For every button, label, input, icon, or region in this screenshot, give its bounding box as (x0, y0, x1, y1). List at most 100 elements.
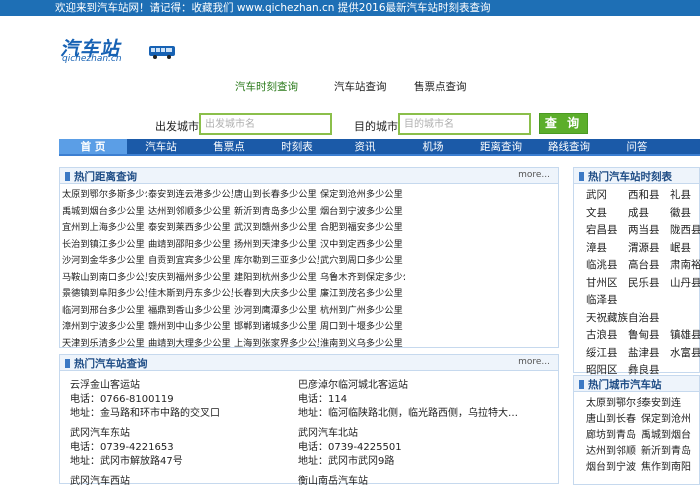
timetable-link[interactable]: 鲁甸县 (628, 328, 667, 344)
distance-link[interactable]: 唐山到长春多少公里 (234, 188, 319, 203)
nav-home[interactable]: 首 页 (59, 139, 127, 154)
distance-link[interactable]: 宜州到上海多少公里 (62, 221, 147, 236)
distance-link[interactable]: 廉江到茂名多少公里 (320, 287, 405, 302)
timetable-link[interactable]: 民乐县 (628, 276, 667, 292)
nav-airport[interactable]: 机场 (399, 139, 467, 154)
city-station-link[interactable]: 泰安到连 (641, 396, 700, 412)
distance-link[interactable]: 佳木斯到丹东多少公里 (148, 287, 233, 302)
distance-link[interactable]: 淮南到义乌多少公里 (320, 337, 405, 352)
timetable-link[interactable]: 岷县 (670, 241, 700, 257)
distance-link[interactable]: 禹城到烟台多少公里 (62, 205, 147, 220)
distance-link[interactable]: 汉中到定西多少公里 (320, 238, 405, 253)
station-name-link[interactable]: 云浮金山客运站 (70, 379, 298, 393)
distance-link[interactable]: 周口到十堰多少公里 (320, 320, 405, 335)
timetable-link[interactable]: 镇雄县 (670, 328, 700, 344)
station-name-link[interactable]: 衡山南岳汽车站 (298, 475, 558, 489)
tab-schedule-query[interactable]: 汽车时刻查询 (235, 79, 298, 94)
station-name-link[interactable]: 武冈汽车北站 (298, 427, 558, 441)
nav-ticket-office[interactable]: 售票点 (195, 139, 263, 154)
city-station-link[interactable]: 禹城到烟台 (641, 428, 700, 444)
timetable-link[interactable]: 山丹县 (670, 276, 700, 292)
distance-link[interactable]: 保定到沧州多少公里 (320, 188, 405, 203)
distance-link[interactable]: 武穴到周口多少公里 (320, 254, 405, 269)
timetable-link[interactable]: 陇西县 (670, 223, 700, 239)
timetable-link[interactable]: 西和县 (628, 188, 667, 204)
distance-link[interactable]: 沙河到鹰潭多少公里 (234, 304, 319, 319)
distance-link[interactable]: 泰安到莱西多少公里 (148, 221, 233, 236)
station-name-link[interactable]: 武冈汽车东站 (70, 427, 298, 441)
timetable-link[interactable]: 临洮县 (586, 258, 625, 274)
tab-station-query[interactable]: 汽车站查询 (334, 79, 387, 94)
distance-link[interactable]: 杭州到广州多少公里 (320, 304, 405, 319)
city-station-link[interactable]: 太原到鄂尔多斯 (586, 396, 641, 412)
distance-link[interactable]: 库尔勒到三亚多少公里 (234, 254, 319, 269)
distance-link[interactable]: 曲靖到大理多少公里 (148, 337, 233, 352)
timetable-link[interactable]: 临泽县 (586, 293, 625, 309)
distance-link[interactable]: 上海到张家界多少公里 (234, 337, 319, 352)
distance-link[interactable]: 新沂到青岛多少公里 (234, 205, 319, 220)
timetable-link[interactable]: 徽县 (670, 206, 700, 222)
distance-link[interactable]: 扬州到天津多少公里 (234, 238, 319, 253)
distance-link[interactable]: 安庆到福州多少公里 (148, 271, 233, 286)
timetable-link[interactable]: 礼县 (670, 188, 700, 204)
search-type-tabs: 汽车时刻查询 汽车站查询 售票点查询 (0, 79, 700, 95)
distance-link[interactable]: 烟台到宁波多少公里 (320, 205, 405, 220)
nav-qa[interactable]: 问答 (603, 139, 671, 154)
distance-link[interactable]: 景德镇到阜阳多少公里 (62, 287, 147, 302)
more-link[interactable]: more... (518, 170, 550, 180)
distance-link[interactable]: 福鼎到香山多少公里 (148, 304, 233, 319)
city-station-link[interactable]: 唐山到长春 (586, 412, 641, 428)
distance-link[interactable]: 赣州到中山多少公里 (148, 320, 233, 335)
station-name-link[interactable]: 巴彦淖尔临河城北客运站 (298, 379, 558, 393)
to-city-input[interactable] (398, 113, 531, 135)
nav-news[interactable]: 资讯 (331, 139, 399, 154)
distance-link[interactable]: 乌鲁木齐到保定多少公 (320, 271, 405, 286)
nav-distance-query[interactable]: 距离查询 (467, 139, 535, 154)
city-station-link[interactable]: 新沂到青岛 (641, 444, 700, 460)
timetable-link[interactable]: 渭源县 (628, 241, 667, 257)
city-station-link[interactable]: 达州到邻顺 (586, 444, 641, 460)
distance-link[interactable]: 泰安到连云港多少公里 (148, 188, 233, 203)
timetable-link[interactable]: 绥江县 (586, 346, 625, 362)
nav-bus-station[interactable]: 汽车站 (127, 139, 195, 154)
station-name-link[interactable]: 武冈汽车西站 (70, 475, 298, 489)
timetable-link[interactable]: 成县 (628, 206, 667, 222)
city-station-link[interactable]: 烟台到宁波 (586, 460, 641, 476)
nav-route-query[interactable]: 路线查询 (535, 139, 603, 154)
nav-timetable[interactable]: 时刻表 (263, 139, 331, 154)
timetable-link[interactable]: 肃南裕固 (670, 258, 700, 274)
timetable-link[interactable]: 宕昌县 (586, 223, 625, 239)
timetable-link[interactable]: 高台县 (628, 258, 667, 274)
distance-link[interactable]: 武汉到赣州多少公里 (234, 221, 319, 236)
timetable-link[interactable]: 天祝藏族自治县 (586, 311, 700, 327)
distance-link[interactable]: 达州到邻顺多少公里 (148, 205, 233, 220)
city-station-link[interactable]: 焦作到南阳 (641, 460, 700, 476)
from-city-input[interactable] (199, 113, 332, 135)
distance-link[interactable]: 太原到鄂尔多斯多少公 (62, 188, 147, 203)
distance-link[interactable]: 建阳到杭州多少公里 (234, 271, 319, 286)
distance-link[interactable]: 合肥到福安多少公里 (320, 221, 405, 236)
timetable-link[interactable]: 文县 (586, 206, 625, 222)
distance-link[interactable]: 长治到镇江多少公里 (62, 238, 147, 253)
tab-ticket-office-query[interactable]: 售票点查询 (414, 79, 467, 94)
distance-link[interactable]: 沙河到金华多少公里 (62, 254, 147, 269)
distance-link[interactable]: 漳州到宁波多少公里 (62, 320, 147, 335)
distance-link[interactable]: 临河到邢台多少公里 (62, 304, 147, 319)
distance-link[interactable]: 曲靖到邵阳多少公里 (148, 238, 233, 253)
timetable-link[interactable]: 古浪县 (586, 328, 625, 344)
timetable-link[interactable]: 武冈 (586, 188, 625, 204)
search-button[interactable]: 查 询 (539, 113, 588, 134)
distance-link[interactable]: 马鞍山到南口多少公里 (62, 271, 147, 286)
timetable-link[interactable]: 盐津县 (628, 346, 667, 362)
distance-link[interactable]: 邯郸到诸城多少公里 (234, 320, 319, 335)
timetable-link[interactable]: 甘州区 (586, 276, 625, 292)
timetable-link[interactable]: 漳县 (586, 241, 625, 257)
city-station-link[interactable]: 保定到沧州 (641, 412, 700, 428)
distance-link[interactable]: 天津到乐清多少公里 (62, 337, 147, 352)
timetable-link[interactable]: 两当县 (628, 223, 667, 239)
distance-link[interactable]: 长春到大庆多少公里 (234, 287, 319, 302)
timetable-link[interactable]: 水富县 (670, 346, 700, 362)
distance-link[interactable]: 自贡到宜宾多少公里 (148, 254, 233, 269)
more-link[interactable]: more... (518, 357, 550, 367)
city-station-link[interactable]: 廊坊到青岛 (586, 428, 641, 444)
